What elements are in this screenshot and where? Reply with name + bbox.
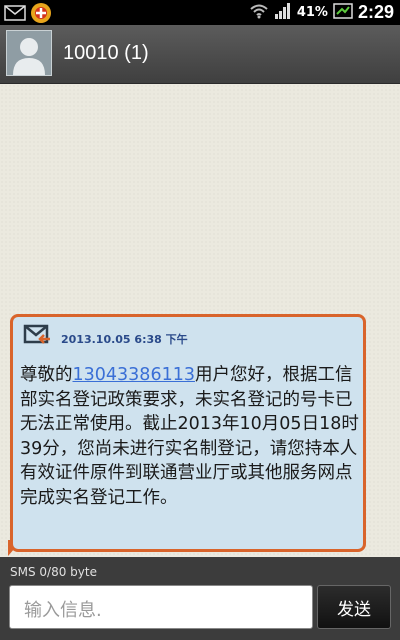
mail-icon (4, 5, 26, 25)
send-button[interactable]: 发送 (317, 585, 391, 629)
message-timestamp: 2013.10.05 6:38 下午 (61, 333, 188, 346)
message-list[interactable]: 2013.10.05 6:38 下午 尊敬的13043386113用户您好，根据… (0, 84, 400, 556)
clock: 2:29 (357, 2, 394, 22)
message-text-before: 尊敬的 (20, 365, 73, 385)
battery-icon (333, 2, 353, 23)
character-counter: SMS 0/80 byte (10, 565, 97, 579)
message-text-after: 用户您好，根据工信部实名登记政策要求，未实名登记的号卡已无法正常使用。截止201… (20, 365, 359, 508)
status-bar: 41% 2:29 (0, 0, 400, 25)
conversation-header: 10010 (1) (0, 25, 400, 84)
wifi-icon (249, 3, 269, 23)
message-body: 尊敬的13043386113用户您好，根据工信部实名登记政策要求，未实名登记的号… (20, 363, 360, 510)
sms-received-icon (23, 323, 53, 353)
conversation-title: 10010 (1) (63, 42, 149, 64)
compose-bar: SMS 0/80 byte 输入信息. 发送 (0, 557, 400, 640)
message-bubble[interactable]: 2013.10.05 6:38 下午 尊敬的13043386113用户您好，根据… (10, 314, 366, 552)
message-input[interactable]: 输入信息. (9, 585, 313, 629)
phone-number-link[interactable]: 13043386113 (73, 365, 195, 385)
battery-percent: 41% (296, 5, 328, 20)
signal-icon (274, 2, 292, 24)
contact-avatar-icon[interactable] (6, 30, 52, 76)
